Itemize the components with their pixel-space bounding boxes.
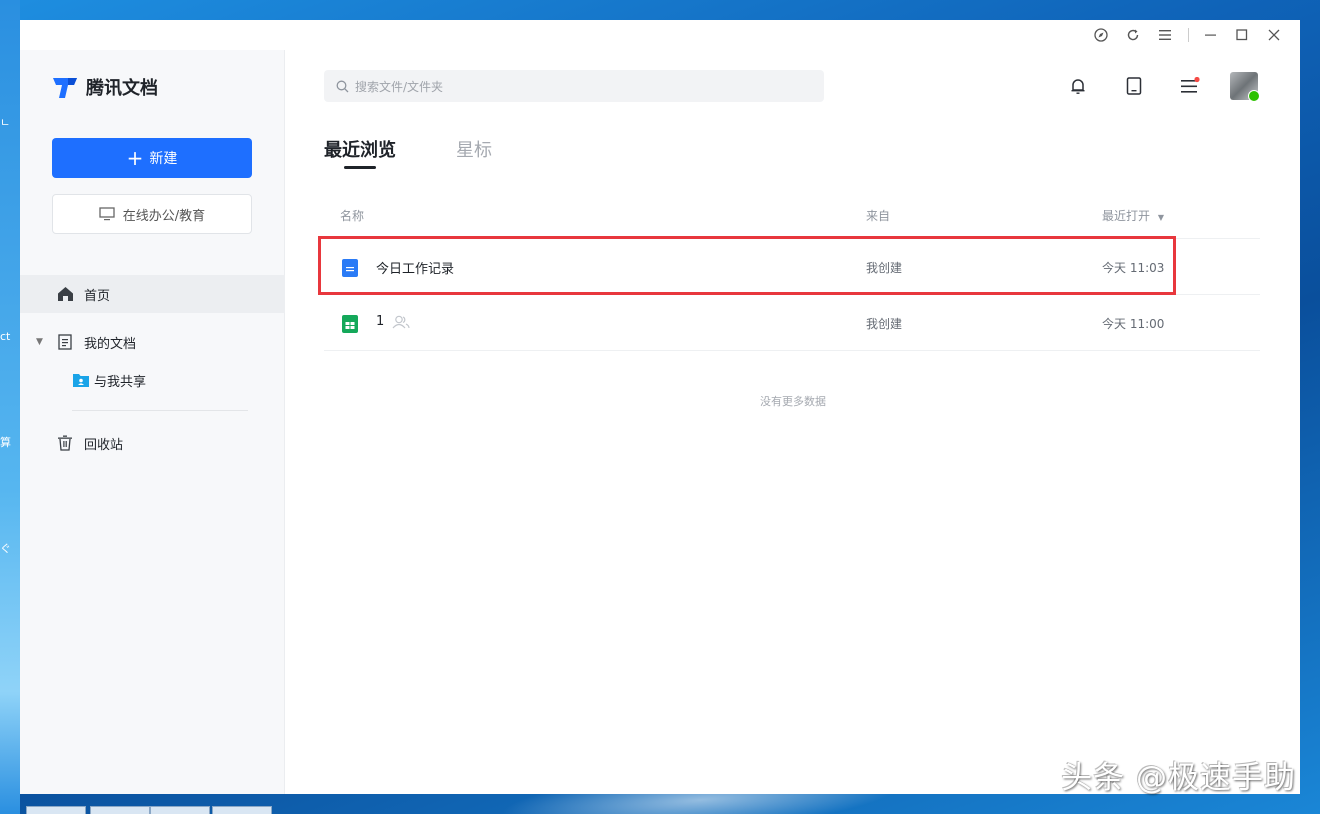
titlebar-divider — [1188, 28, 1189, 42]
active-tab-indicator — [344, 166, 376, 169]
bell-icon[interactable] — [1066, 74, 1090, 98]
online-office-button[interactable]: 在线办公/教育 — [52, 194, 252, 234]
column-header-name[interactable]: 名称 — [340, 207, 364, 224]
sidebar-item-trash[interactable]: 回收站 — [20, 424, 285, 462]
document-icon — [56, 333, 74, 351]
taskbar-button[interactable] — [212, 806, 272, 814]
desktop-glyph: ㄴ — [0, 116, 11, 129]
table-row[interactable]: 今日工作记录 我创建 今天 11:03 — [324, 239, 1260, 295]
column-header-opened[interactable]: 最近打开 ▼ — [1102, 207, 1164, 224]
tab-starred[interactable]: 星标 — [456, 136, 492, 162]
search-icon — [336, 80, 349, 92]
taskbar-button[interactable] — [90, 806, 150, 814]
sidebar-item-shared[interactable]: 与我共享 — [20, 361, 285, 399]
search-placeholder: 搜索文件/文件夹 — [355, 79, 444, 94]
table-row[interactable]: 1 我创建 今天 11:00 — [324, 295, 1260, 351]
minimize-icon[interactable] — [1202, 26, 1220, 44]
sidebar-item-label: 与我共享 — [94, 374, 147, 390]
sidebar-item-my-docs[interactable]: ▼ 我的文档 — [20, 323, 285, 361]
column-header-from[interactable]: 来自 — [866, 207, 890, 224]
user-avatar[interactable] — [1230, 72, 1260, 102]
column-header-opened-label: 最近打开 — [1102, 209, 1151, 223]
taskbar-button[interactable] — [26, 806, 86, 814]
app-logo[interactable]: 腾讯文档 — [52, 74, 158, 100]
main-content: 搜索文件/文件夹 最近浏览 星标 名称 来自 最近打开 ▼ 今日工作记录 我创建… — [286, 50, 1300, 794]
home-icon — [56, 285, 74, 303]
desktop-glyph: ct — [0, 330, 11, 343]
title-bar — [20, 20, 1300, 50]
app-window: 腾讯文档 + 新建 在线办公/教育 首页 ▼ 我的文档 与我共享 回收站 搜索文… — [20, 20, 1300, 794]
file-opened-time: 今天 11:03 — [1102, 261, 1165, 275]
menu-icon[interactable] — [1156, 26, 1174, 44]
wechat-badge-icon — [1248, 90, 1260, 102]
sidebar-item-home[interactable]: 首页 — [20, 275, 285, 313]
app-name: 腾讯文档 — [86, 78, 158, 99]
desktop-glyph: ぐ — [0, 542, 11, 555]
sidebar: 腾讯文档 + 新建 在线办公/教育 首页 ▼ 我的文档 与我共享 回收站 — [20, 50, 285, 794]
file-source: 我创建 — [866, 317, 903, 331]
new-button-label: 新建 — [149, 151, 178, 167]
caret-down-icon[interactable]: ▼ — [36, 337, 46, 347]
search-input[interactable]: 搜索文件/文件夹 — [324, 70, 824, 102]
watermark: 头条 @极速手助 — [1061, 760, 1296, 796]
tencent-docs-logo-icon — [52, 75, 78, 99]
sheet-file-icon — [342, 315, 358, 333]
sidebar-item-label: 回收站 — [84, 437, 124, 453]
trash-icon — [56, 434, 74, 452]
menu-icon[interactable] — [1178, 74, 1202, 98]
file-source: 我创建 — [866, 261, 903, 275]
taskbar-button[interactable] — [150, 806, 210, 814]
sidebar-item-label: 首页 — [84, 288, 111, 304]
tablet-icon[interactable] — [1122, 74, 1146, 98]
shared-users-icon — [392, 314, 410, 333]
sort-desc-icon: ▼ — [1157, 213, 1164, 222]
file-opened-time: 今天 11:00 — [1102, 317, 1165, 331]
compass-icon[interactable] — [1092, 26, 1110, 44]
shared-folder-icon — [72, 371, 90, 389]
new-button[interactable]: + 新建 — [52, 138, 252, 178]
refresh-icon[interactable] — [1124, 26, 1142, 44]
monitor-icon — [99, 207, 115, 221]
file-name[interactable]: 1 — [376, 314, 384, 329]
sidebar-item-label: 我的文档 — [84, 336, 137, 352]
no-more-data-tip: 没有更多数据 — [760, 395, 826, 408]
file-name[interactable]: 今日工作记录 — [376, 258, 454, 277]
maximize-icon[interactable] — [1233, 26, 1251, 44]
tab-recent[interactable]: 最近浏览 — [324, 136, 396, 162]
plus-icon: + — [126, 146, 144, 170]
doc-file-icon — [342, 259, 358, 277]
sidebar-divider — [72, 410, 248, 411]
online-office-label: 在线办公/教育 — [122, 208, 206, 224]
close-icon[interactable] — [1265, 26, 1283, 44]
desktop-glyph: 算 — [0, 436, 11, 449]
row-divider — [324, 350, 1260, 351]
